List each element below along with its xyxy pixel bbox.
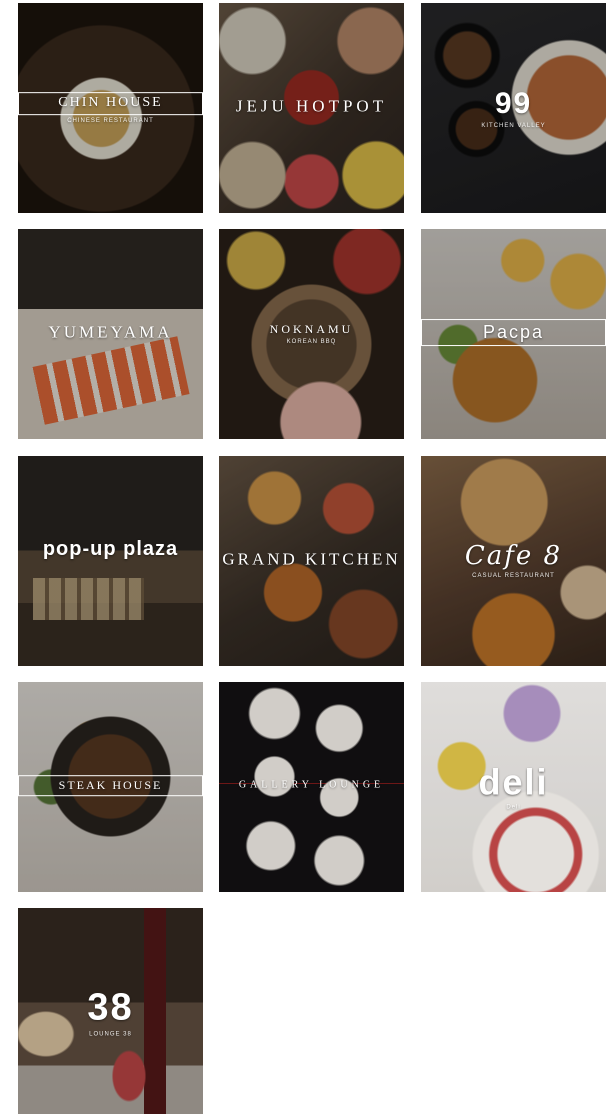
restaurant-logo: CHIN HOUSE CHINESE RESTAURANT — [18, 92, 203, 124]
restaurant-logo: 38 LOUNGE 38 — [18, 986, 203, 1038]
restaurant-name: GALLERY LOUNGE — [238, 779, 385, 791]
restaurant-tile-grand-kitchen[interactable]: GRAND KITCHEN — [219, 456, 404, 666]
restaurant-name: YUMEYAMA — [48, 322, 173, 342]
restaurant-logo: GALLERY LOUNGE — [219, 780, 404, 794]
restaurant-logo: Pacpa — [421, 319, 606, 349]
restaurant-subtitle: KOREAN BBQ — [286, 338, 337, 345]
restaurant-tile-deli[interactable]: deli Deli — [421, 682, 606, 892]
restaurant-subtitle: CASUAL RESTAURANT — [472, 573, 555, 580]
restaurant-name: GRAND KITCHEN — [222, 549, 401, 569]
restaurant-tile-pacpa[interactable]: Pacpa — [421, 229, 606, 439]
restaurant-logo: STEAK HOUSE — [18, 775, 203, 799]
restaurant-logo: GRAND KITCHEN — [219, 549, 404, 572]
restaurant-tile-gallery-lounge[interactable]: GALLERY LOUNGE — [219, 682, 404, 892]
restaurant-logo: pop-up plaza — [18, 537, 203, 563]
restaurant-logo: JEJU HOTPOT — [219, 96, 404, 119]
restaurant-tile-yumeyama[interactable]: YUMEYAMA — [18, 229, 203, 439]
restaurant-logo: deli Deli — [421, 761, 606, 811]
restaurant-grid: CHIN HOUSE CHINESE RESTAURANT JEJU HOTPO… — [0, 0, 608, 1114]
restaurant-tile-pop-up-plaza[interactable]: pop-up plaza — [18, 456, 203, 666]
restaurant-logo: NOKNAMU KOREAN BBQ — [219, 323, 404, 345]
restaurant-name: Pacpa — [421, 319, 606, 346]
restaurant-name: pop-up plaza — [42, 537, 179, 560]
restaurant-tile-cafe-8[interactable]: Cafe 8 CASUAL RESTAURANT — [421, 456, 606, 666]
restaurant-tile-lounge-38[interactable]: 38 LOUNGE 38 — [18, 908, 203, 1114]
restaurant-name: 38 — [87, 986, 134, 1029]
restaurant-name: JEJU HOTPOT — [235, 96, 388, 116]
restaurant-tile-chin-house[interactable]: CHIN HOUSE CHINESE RESTAURANT — [18, 3, 203, 213]
restaurant-logo: YUMEYAMA — [18, 322, 203, 345]
restaurant-subtitle: KITCHEN VALLEY — [481, 122, 546, 129]
restaurant-name: STEAK HOUSE — [18, 775, 203, 796]
restaurant-subtitle: Deli — [506, 804, 521, 811]
restaurant-name: CHIN HOUSE — [18, 92, 203, 115]
restaurant-name: Cafe 8 — [464, 540, 563, 571]
restaurant-name: NOKNAMU — [269, 322, 354, 337]
restaurant-tile-noknamu[interactable]: NOKNAMU KOREAN BBQ — [219, 229, 404, 439]
restaurant-name: 99 — [494, 86, 533, 120]
restaurant-name: deli — [478, 761, 549, 803]
restaurant-tile-99-kitchen-valley[interactable]: 99 KITCHEN VALLEY — [421, 3, 606, 213]
restaurant-logo: Cafe 8 CASUAL RESTAURANT — [421, 540, 606, 580]
restaurant-subtitle: LOUNGE 38 — [89, 1031, 132, 1038]
restaurant-subtitle: CHINESE RESTAURANT — [67, 117, 154, 124]
restaurant-tile-steak-house[interactable]: STEAK HOUSE — [18, 682, 203, 892]
restaurant-logo: 99 KITCHEN VALLEY — [421, 88, 606, 129]
restaurant-tile-jeju-hotpot[interactable]: JEJU HOTPOT — [219, 3, 404, 213]
